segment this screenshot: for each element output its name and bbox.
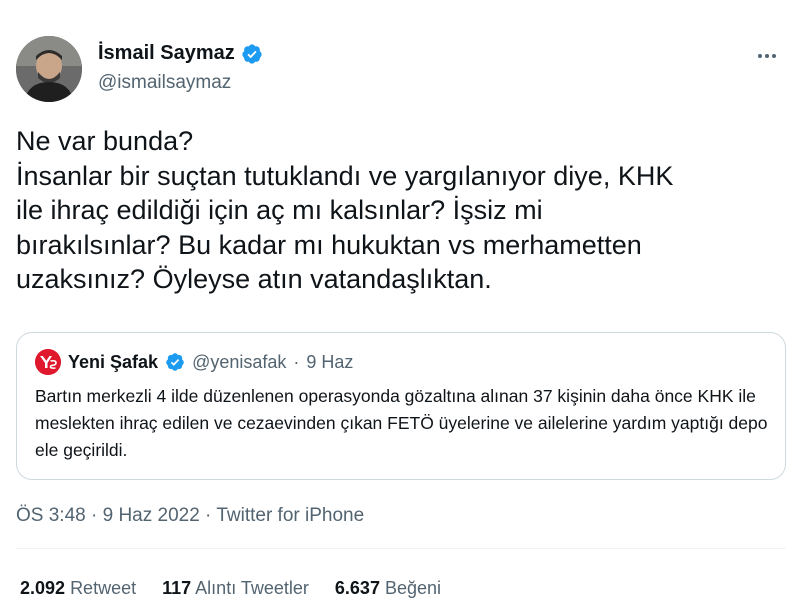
retweet-count: 2.092 <box>20 578 66 598</box>
more-horizontal-icon <box>758 54 762 58</box>
author-avatar[interactable] <box>16 36 82 102</box>
quoted-separator: · <box>293 351 300 372</box>
verified-badge-icon <box>242 43 262 64</box>
tweet-timestamp[interactable]: ÖS 3:48 · 9 Haz 2022 · Twitter for iPhon… <box>16 505 364 527</box>
author-name[interactable]: İsmail Saymaz <box>98 42 263 65</box>
retweet-label: Retweet <box>70 578 137 598</box>
more-horizontal-icon-dot <box>765 54 769 58</box>
quoted-tweet-card[interactable]: Yeni Şafak @yenisafak · 9 Haz Bartın mer… <box>16 332 786 480</box>
quoted-author-handle[interactable]: @yenisafak <box>192 352 286 373</box>
like-stat[interactable]: 6.637 Beğeni <box>335 578 441 599</box>
quoted-tweet-header: Yeni Şafak @yenisafak · 9 Haz <box>35 349 353 375</box>
quote-stat[interactable]: 117 Alıntı Tweetler <box>162 578 309 599</box>
engagement-stats: 2.092 Retweet 117 Alıntı Tweetler 6.637 … <box>20 578 441 599</box>
divider <box>16 548 786 549</box>
quoted-author-name[interactable]: Yeni Şafak <box>68 352 158 373</box>
retweet-stat[interactable]: 2.092 Retweet <box>20 578 136 599</box>
quote-label: Alıntı Tweetler <box>195 578 309 598</box>
avatar-photo <box>16 36 82 102</box>
quote-count: 117 <box>162 578 192 598</box>
like-count: 6.637 <box>334 578 380 598</box>
verified-badge-icon <box>166 353 184 371</box>
author-handle[interactable]: @ismailsaymaz <box>98 72 231 94</box>
quoted-tweet-text: Bartın merkezli 4 ilde düzenlenen operas… <box>35 386 768 460</box>
author-name-text[interactable]: İsmail Saymaz <box>98 42 235 65</box>
more-horizontal-icon-dot <box>772 54 776 58</box>
yeni-safak-logo-icon <box>35 349 61 375</box>
quoted-avatar[interactable] <box>35 349 61 375</box>
more-options-button[interactable] <box>752 46 782 66</box>
quoted-date[interactable]: 9 Haz <box>306 352 353 373</box>
tweet-text: Ne var bunda? İnsanlar bir suçtan tutukl… <box>16 126 674 294</box>
like-label: Beğeni <box>384 578 442 598</box>
